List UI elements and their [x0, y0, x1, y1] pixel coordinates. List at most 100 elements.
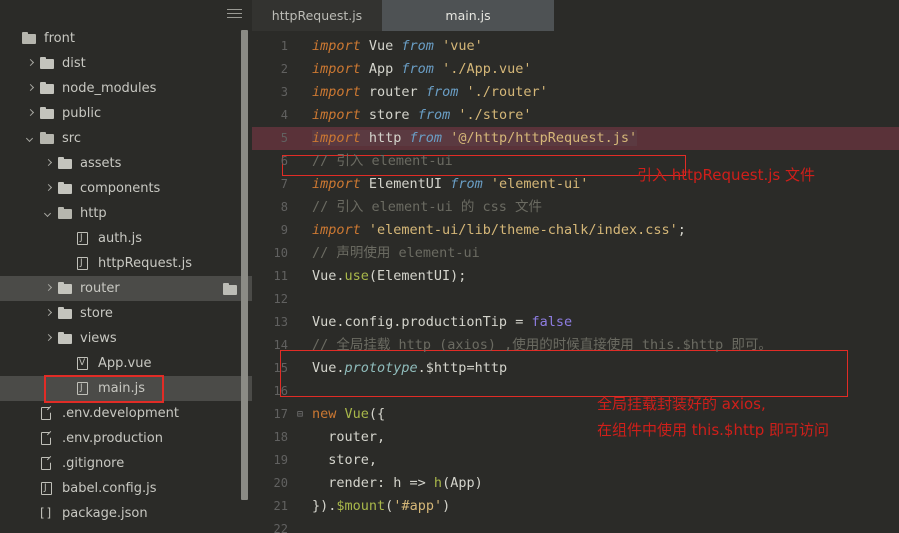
chevron-right-icon[interactable] [44, 309, 53, 318]
chevron-down-icon[interactable] [26, 134, 35, 143]
tree-item-auth-js[interactable]: auth.js [0, 226, 252, 251]
code-token: router [368, 84, 426, 100]
line-number: 5 [280, 131, 288, 145]
tree-item-assets[interactable]: assets [0, 151, 252, 176]
chevron-down-icon[interactable] [44, 209, 53, 218]
tree-item-label: .env.production [62, 431, 163, 446]
code-token: // 全局挂载 http (axios) ,使用的时候直接使用 this.$ht… [312, 337, 772, 353]
code-line[interactable]: 19 store, [252, 449, 899, 472]
code-token: from [425, 84, 467, 100]
code-token: from [409, 130, 451, 146]
chevron-right-icon[interactable] [26, 109, 35, 118]
code-content[interactable]: 1 import Vue from 'vue' 2 import App from '… [252, 31, 899, 533]
tree-item-babel-config-js[interactable]: babel.config.js [0, 476, 252, 501]
code-line[interactable]: 11 Vue.use(ElementUI); [252, 265, 899, 288]
code-text: import http from '@/http/httpRequest.js' [306, 127, 899, 150]
no-chevron-spacer [62, 234, 71, 243]
line-number: 6 [280, 154, 288, 168]
code-token: from [450, 176, 491, 192]
tree-item-main-js[interactable]: main.js [0, 376, 252, 401]
fold-gutter-spacer [294, 311, 306, 334]
sidebar-scrollbar[interactable] [241, 30, 248, 500]
fold-gutter-spacer [294, 426, 306, 449]
chevron-right-icon[interactable] [26, 59, 35, 68]
fold-gutter-spacer [294, 196, 306, 219]
code-line[interactable]: 5 import http from '@/http/httpRequest.js… [252, 127, 899, 150]
tree-item-label: public [62, 106, 102, 121]
code-line[interactable]: 13 Vue.config.productionTip = false [252, 311, 899, 334]
fold-gutter-spacer [294, 58, 306, 81]
code-text: import store from './store' [306, 104, 899, 127]
tree-item-public[interactable]: public [0, 101, 252, 126]
code-line[interactable]: 16 [252, 380, 899, 403]
hamburger-icon[interactable] [227, 9, 242, 20]
chevron-right-icon[interactable] [44, 159, 53, 168]
chevron-right-icon[interactable] [44, 184, 53, 193]
tab-httpRequest-js[interactable]: httpRequest.js [252, 0, 382, 31]
no-chevron-spacer [26, 484, 35, 493]
code-line[interactable]: 9 import 'element-ui/lib/theme-chalk/inde… [252, 219, 899, 242]
tree-item-http[interactable]: http [0, 201, 252, 226]
code-text: // 引入 element-ui 的 css 文件 [306, 196, 899, 219]
code-line[interactable]: 12 [252, 288, 899, 311]
tree-item-package-json[interactable]: package.json [0, 501, 252, 526]
chevron-right-icon[interactable] [44, 334, 53, 343]
tree-item-dist[interactable]: dist [0, 51, 252, 76]
code-token: 'vue' [442, 38, 483, 54]
code-line[interactable]: 14 // 全局挂载 http (axios) ,使用的时候直接使用 this.$… [252, 334, 899, 357]
tree-item-views[interactable]: views [0, 326, 252, 351]
tree-item-env-production[interactable]: .env.production [0, 426, 252, 451]
tree-item-node-modules[interactable]: node_modules [0, 76, 252, 101]
tree-item-env-development[interactable]: .env.development [0, 401, 252, 426]
line-number: 7 [280, 177, 288, 191]
tree-item-label: front [44, 31, 75, 46]
code-line[interactable]: 8 // 引入 element-ui 的 css 文件 [252, 196, 899, 219]
code-line[interactable]: 20 render: h => h(App) [252, 472, 899, 495]
code-line[interactable]: 22 [252, 518, 899, 533]
code-line[interactable]: 2 import App from './App.vue' [252, 58, 899, 81]
tree-item-front[interactable]: front [0, 26, 252, 51]
tree-item-label: node_modules [62, 81, 157, 96]
json-icon [40, 506, 55, 521]
code-token: 'element-ui/lib/theme-chalk/index.css' [368, 222, 678, 238]
code-line[interactable]: 4 import store from './store' [252, 104, 899, 127]
tree-item-httprequest-js[interactable]: httpRequest.js [0, 251, 252, 276]
code-token: import [312, 130, 369, 146]
new-folder-icon[interactable] [223, 282, 238, 295]
code-line[interactable]: 3 import router from './router' [252, 81, 899, 104]
folder-icon [58, 157, 73, 170]
code-text: Vue.prototype.$http=http [306, 357, 899, 380]
code-text: Vue.use(ElementUI); [306, 265, 899, 288]
code-token: ({ [368, 406, 386, 422]
tree-item-app-vue[interactable]: App.vue [0, 351, 252, 376]
chevron-right-icon[interactable] [26, 84, 35, 93]
tab-main-js[interactable]: main.js [382, 0, 554, 31]
fold-gutter-spacer [294, 150, 306, 173]
code-token: ElementUI [368, 176, 451, 192]
code-text: import 'element-ui/lib/theme-chalk/index… [306, 219, 899, 242]
code-line[interactable]: 10 // 声明使用 element-ui [252, 242, 899, 265]
editor-tabbar[interactable]: httpRequest.js main.js [252, 0, 899, 31]
tree-item-components[interactable]: components [0, 176, 252, 201]
tree-item-src[interactable]: src [0, 126, 252, 151]
tree-item-label: babel.config.js [62, 481, 157, 496]
tree-item-router[interactable]: router [0, 276, 252, 301]
code-token: store [368, 107, 418, 123]
chevron-right-icon[interactable] [44, 284, 53, 293]
fold-toggle-icon[interactable]: ⊟ [294, 403, 306, 426]
no-chevron-spacer [8, 34, 17, 43]
file-icon [40, 407, 55, 420]
line-number: 11 [273, 269, 288, 283]
code-line[interactable]: 21}).$mount('#app') [252, 495, 899, 518]
file-tree[interactable]: front dist node_modulespublic src assets comp… [0, 26, 252, 526]
code-editor: httpRequest.js main.js 1 import Vue from '… [252, 0, 899, 533]
tree-item-store[interactable]: store [0, 301, 252, 326]
tree-item-label: auth.js [98, 231, 143, 246]
line-number: 1 [280, 39, 288, 53]
tree-item-gitignore[interactable]: .gitignore [0, 451, 252, 476]
code-line[interactable]: 15 Vue.prototype.$http=http [252, 357, 899, 380]
code-line[interactable]: 1 import Vue from 'vue' [252, 35, 899, 58]
folder-icon [40, 107, 55, 120]
line-number: 20 [273, 476, 288, 490]
code-token: http [368, 130, 410, 146]
